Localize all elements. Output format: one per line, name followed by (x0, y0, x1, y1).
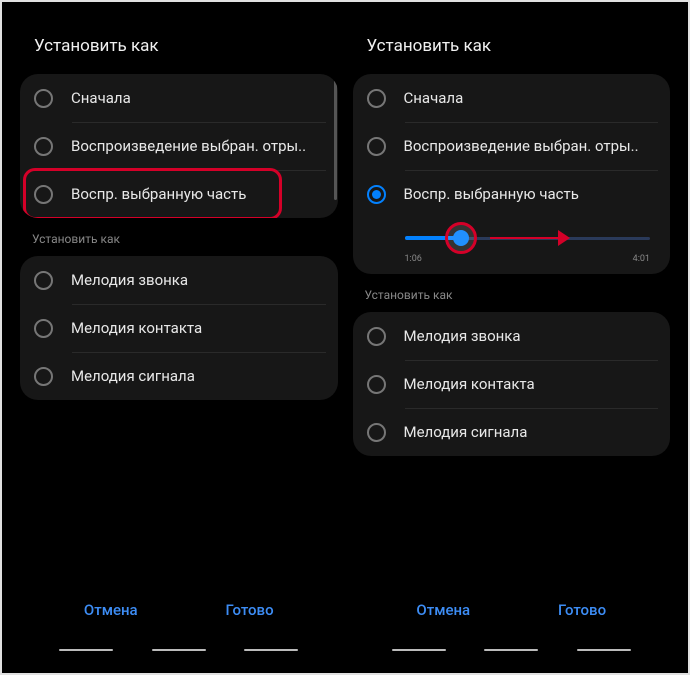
radio-icon (367, 375, 386, 394)
done-button[interactable]: Готово (538, 591, 626, 629)
slider-end-time: 4:01 (633, 254, 650, 264)
radio-icon (34, 185, 53, 204)
option-from-start[interactable]: Сначала (20, 74, 338, 122)
nav-home[interactable] (152, 649, 206, 652)
option-label: Мелодия контакта (71, 319, 202, 337)
audio-range-slider: 1:06 4:01 (353, 218, 671, 274)
done-button[interactable]: Готово (205, 591, 293, 629)
dialog-title: Установить как (353, 10, 671, 74)
radio-icon (34, 319, 53, 338)
option-label: Мелодия звонка (71, 271, 188, 289)
option-ringtone[interactable]: Мелодия звонка (20, 256, 338, 304)
option-from-start[interactable]: Сначала (353, 74, 671, 122)
radio-icon (367, 89, 386, 108)
radio-icon (34, 137, 53, 156)
play-mode-card: Сначала Воспроизведение выбран. отры.. В… (353, 74, 671, 274)
option-label: Воспр. выбранную часть (71, 185, 246, 203)
cancel-button[interactable]: Отмена (64, 591, 158, 629)
option-alarm-tone[interactable]: Мелодия сигнала (353, 408, 671, 456)
set-as-card: Мелодия звонка Мелодия контакта Мелодия … (20, 256, 338, 400)
slider-thumb[interactable] (453, 230, 469, 246)
option-alarm-tone[interactable]: Мелодия сигнала (20, 352, 338, 400)
option-ringtone[interactable]: Мелодия звонка (353, 312, 671, 360)
radio-icon-checked (367, 185, 386, 204)
option-label: Мелодия контакта (404, 375, 535, 393)
option-contact-ringtone[interactable]: Мелодия контакта (353, 360, 671, 408)
radio-icon (34, 89, 53, 108)
option-play-selected-part[interactable]: Воспр. выбранную часть (20, 170, 338, 218)
nav-back[interactable] (244, 649, 298, 652)
nav-home[interactable] (484, 649, 538, 652)
option-play-selected-part[interactable]: Воспр. выбранную часть (353, 170, 671, 218)
section-subheader: Установить как (353, 274, 671, 312)
radio-icon (34, 367, 53, 386)
play-mode-card: Сначала Воспроизведение выбран. отры.. В… (20, 74, 338, 218)
screenshot-canvas: Установить как Сначала Воспроизведение в… (0, 0, 690, 675)
option-label: Мелодия сигнала (404, 423, 528, 441)
option-label: Мелодия сигнала (71, 367, 195, 385)
slider-start-time: 1:06 (405, 254, 422, 264)
option-label: Сначала (404, 89, 464, 107)
nav-recents[interactable] (59, 649, 113, 652)
option-contact-ringtone[interactable]: Мелодия контакта (20, 304, 338, 352)
option-label: Воспроизведение выбран. отры.. (71, 137, 306, 155)
radio-icon (367, 137, 386, 156)
option-label: Мелодия звонка (404, 327, 521, 345)
option-label: Воспр. выбранную часть (404, 185, 579, 203)
option-play-excerpt[interactable]: Воспроизведение выбран. отры.. (353, 122, 671, 170)
option-label: Воспроизведение выбран. отры.. (404, 137, 639, 155)
gesture-navbar (353, 649, 671, 652)
phone-left: Установить как Сначала Воспроизведение в… (20, 10, 338, 665)
footer: Отмена Готово (20, 591, 338, 652)
nav-back[interactable] (577, 649, 631, 652)
radio-icon (367, 327, 386, 346)
option-play-excerpt[interactable]: Воспроизведение выбран. отры.. (20, 122, 338, 170)
section-subheader: Установить как (20, 218, 338, 256)
dialog-title: Установить как (20, 10, 338, 74)
radio-icon (34, 271, 53, 290)
phone-right: Установить как Сначала Воспроизведение в… (353, 10, 671, 665)
option-label: Сначала (71, 89, 131, 107)
scrollbar[interactable] (334, 80, 337, 200)
gesture-navbar (20, 649, 338, 652)
footer: Отмена Готово (353, 591, 671, 652)
cancel-button[interactable]: Отмена (396, 591, 490, 629)
nav-recents[interactable] (392, 649, 446, 652)
radio-icon (367, 423, 386, 442)
set-as-card: Мелодия звонка Мелодия контакта Мелодия … (353, 312, 671, 456)
